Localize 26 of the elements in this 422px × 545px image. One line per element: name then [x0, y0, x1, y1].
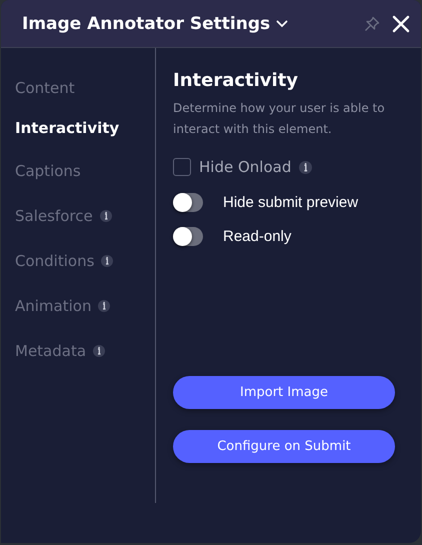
sidebar-tab[interactable]: Salesforce	[1, 193, 155, 238]
info-icon[interactable]	[101, 254, 114, 266]
info-icon[interactable]	[100, 210, 112, 222]
info-icon[interactable]	[93, 344, 106, 356]
sidebar-tab[interactable]: Interactivity	[1, 108, 155, 148]
toggle-label: Hide submit preview	[223, 194, 358, 211]
chevron-down-icon[interactable]	[276, 20, 288, 28]
toggle-switch[interactable]	[173, 193, 203, 212]
section-heading: Interactivity	[173, 70, 300, 91]
sidebar-tab[interactable]: Conditions	[1, 238, 155, 283]
section-description: Determine how your user is able to interact with this element.	[173, 100, 386, 138]
info-icon[interactable]	[299, 160, 312, 174]
toggle-label: Read-only	[223, 228, 292, 245]
checkbox-label: Hide Onload	[199, 158, 292, 176]
info-icon[interactable]	[98, 300, 110, 312]
action-button[interactable]: Configure on Submit	[173, 430, 395, 463]
pin-icon[interactable]	[364, 16, 380, 32]
sidebar-tab[interactable]: Metadata	[1, 328, 155, 373]
sidebar-tab[interactable]: Animation	[1, 283, 155, 328]
sidebar-tab[interactable]: Content	[1, 68, 155, 108]
action-button[interactable]: Import Image	[173, 376, 395, 409]
toggle-switch[interactable]	[173, 227, 203, 246]
close-icon[interactable]	[392, 14, 410, 32]
checkbox[interactable]	[173, 158, 191, 176]
window-title: Image Annotator Settings	[22, 14, 270, 34]
sidebar-tab[interactable]: Captions	[1, 148, 155, 193]
